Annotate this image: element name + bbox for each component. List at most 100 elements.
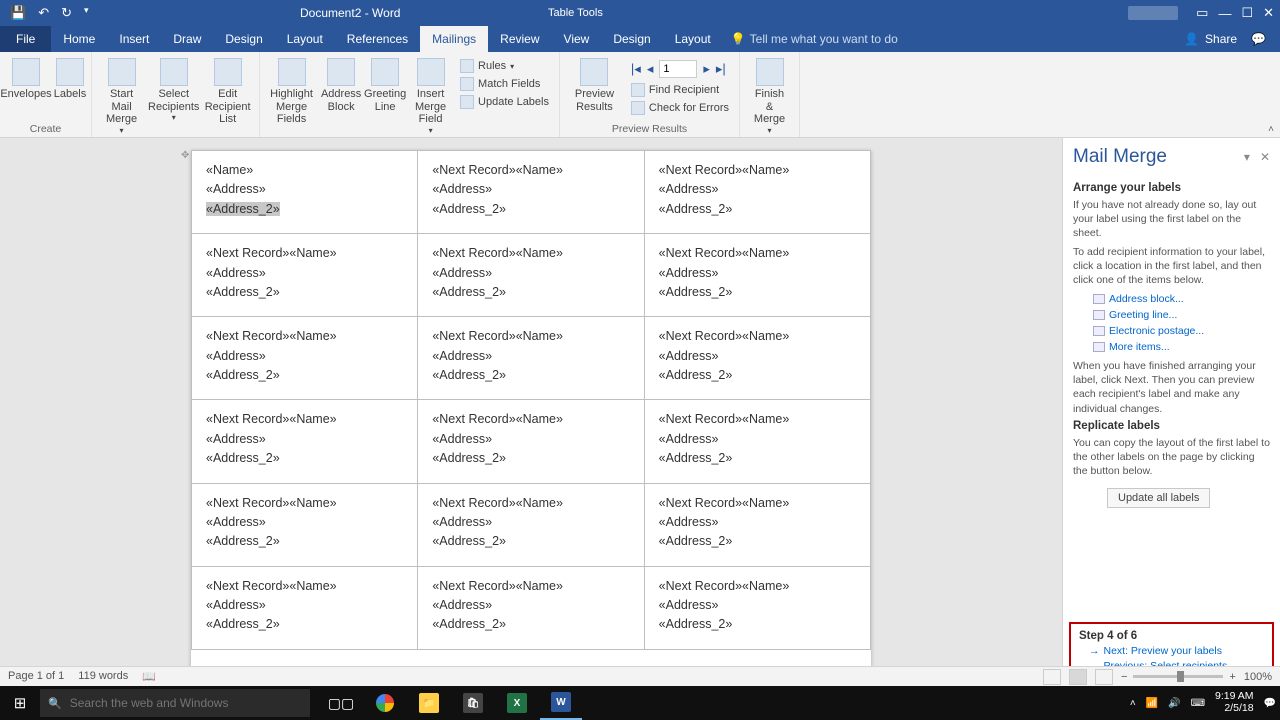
link-electronic-postage[interactable]: Electronic postage... [1093, 323, 1270, 339]
print-layout-icon[interactable] [1069, 669, 1087, 685]
redo-icon[interactable]: ↻ [61, 5, 72, 21]
tab-table-layout[interactable]: Layout [663, 26, 723, 52]
tray-up-icon[interactable]: ˄ [1130, 698, 1136, 709]
pane-options-icon[interactable]: ▾ [1244, 150, 1250, 164]
tab-references[interactable]: References [335, 26, 420, 52]
tab-layout[interactable]: Layout [275, 26, 335, 52]
select-recipients-button[interactable]: Select Recipients▾ [149, 56, 198, 124]
save-icon[interactable]: 💾 [10, 5, 26, 21]
greeting-line-button[interactable]: Greeting Line [365, 56, 405, 115]
label-cell[interactable]: «Next Record»«Name»«Address»«Address_2» [418, 566, 644, 649]
last-record-icon[interactable]: ▸| [716, 61, 726, 77]
label-cell[interactable]: «Next Record»«Name»«Address»«Address_2» [644, 234, 870, 317]
label-cell[interactable]: «Next Record»«Name»«Address»«Address_2» [192, 400, 418, 483]
label-cell[interactable]: «Next Record»«Name»«Address»«Address_2» [644, 566, 870, 649]
start-mail-merge-button[interactable]: Start Mail Merge▾ [98, 56, 145, 137]
zoom-in-icon[interactable]: + [1229, 671, 1235, 683]
link-greeting-line[interactable]: Greeting line... [1093, 307, 1270, 323]
tab-insert[interactable]: Insert [107, 26, 161, 52]
document-area[interactable]: ✥ «Name»«Address»«Address_2»«Next Record… [0, 138, 1062, 686]
tab-design[interactable]: Design [213, 26, 274, 52]
taskbar-search[interactable]: 🔍 [40, 689, 310, 717]
maximize-icon[interactable]: ☐ [1241, 5, 1253, 21]
label-cell[interactable]: «Next Record»«Name»«Address»«Address_2» [192, 483, 418, 566]
close-icon[interactable]: ✕ [1263, 5, 1274, 21]
link-more-items[interactable]: More items... [1093, 339, 1270, 355]
label-cell[interactable]: «Next Record»«Name»«Address»«Address_2» [644, 483, 870, 566]
tab-review[interactable]: Review [488, 26, 551, 52]
labels-button[interactable]: Labels [50, 56, 90, 103]
read-mode-icon[interactable] [1043, 669, 1061, 685]
match-fields-button[interactable]: Match Fields [456, 76, 553, 92]
web-layout-icon[interactable] [1095, 669, 1113, 685]
highlight-fields-button[interactable]: Highlight Merge Fields [266, 56, 317, 128]
rules-button[interactable]: Rules ▾ [456, 58, 553, 74]
zoom-slider[interactable]: − + [1121, 671, 1236, 683]
label-cell[interactable]: «Next Record»«Name»«Address»«Address_2» [192, 317, 418, 400]
spell-check-icon[interactable]: 📖 [142, 670, 156, 683]
tab-home[interactable]: Home [51, 26, 107, 52]
next-step-link[interactable]: →Next: Preview your labels [1079, 642, 1264, 657]
taskbar-excel[interactable]: X [496, 686, 538, 720]
minimize-icon[interactable]: — [1218, 6, 1231, 21]
update-all-labels-button[interactable]: Update all labels [1107, 488, 1210, 508]
taskbar-store[interactable]: 🛍 [452, 686, 494, 720]
taskbar-search-input[interactable] [70, 696, 302, 710]
insert-merge-field-button[interactable]: Insert Merge Field▾ [409, 56, 452, 137]
ribbon-options-icon[interactable]: ▭ [1196, 5, 1208, 21]
tab-view[interactable]: View [552, 26, 602, 52]
page-indicator[interactable]: Page 1 of 1 [8, 670, 64, 683]
label-cell[interactable]: «Name»«Address»«Address_2» [192, 151, 418, 234]
label-cell[interactable]: «Next Record»«Name»«Address»«Address_2» [418, 234, 644, 317]
label-cell[interactable]: «Next Record»«Name»«Address»«Address_2» [418, 317, 644, 400]
next-record-icon[interactable]: ▸ [703, 61, 710, 77]
zoom-out-icon[interactable]: − [1121, 671, 1127, 683]
address-block-button[interactable]: Address Block [321, 56, 361, 115]
table-move-handle-icon[interactable]: ✥ [181, 150, 189, 161]
prev-record-icon[interactable]: ◂ [647, 61, 654, 77]
preview-results-button[interactable]: Preview Results [566, 56, 623, 115]
collapse-ribbon-icon[interactable]: ˄ [1268, 124, 1274, 135]
tab-mailings[interactable]: Mailings [420, 26, 488, 52]
tell-me[interactable]: 💡Tell me what you want to do [731, 26, 898, 52]
comments-icon[interactable]: 💬 [1251, 32, 1266, 46]
status-bar: Page 1 of 1 119 words 📖 − + 100% [0, 666, 1280, 686]
taskbar-chrome[interactable] [364, 686, 406, 720]
task-view-icon[interactable]: ▢▢ [320, 686, 362, 720]
notifications-icon[interactable]: 💬 [1264, 698, 1276, 709]
taskbar-folder[interactable]: 📁 [408, 686, 450, 720]
zoom-level[interactable]: 100% [1244, 671, 1272, 683]
finish-merge-button[interactable]: Finish & Merge▾ [746, 56, 793, 137]
find-recipient-button[interactable]: Find Recipient [627, 82, 733, 98]
link-address-block[interactable]: Address block... [1093, 291, 1270, 307]
edit-recipient-list-button[interactable]: Edit Recipient List [202, 56, 253, 128]
first-record-icon[interactable]: |◂ [631, 61, 641, 77]
tray-network-icon[interactable]: 📶 [1146, 698, 1158, 709]
record-number-input[interactable] [659, 60, 697, 78]
tray-input-icon[interactable]: ⌨ [1191, 698, 1205, 709]
share-button[interactable]: 👤 Share 💬 [1170, 26, 1280, 52]
start-button[interactable]: ⊞ [0, 694, 40, 712]
word-count[interactable]: 119 words [78, 670, 128, 683]
label-cell[interactable]: «Next Record»«Name»«Address»«Address_2» [644, 317, 870, 400]
tab-table-design[interactable]: Design [601, 26, 662, 52]
label-cell[interactable]: «Next Record»«Name»«Address»«Address_2» [644, 151, 870, 234]
tab-draw[interactable]: Draw [161, 26, 213, 52]
tray-volume-icon[interactable]: 🔊 [1168, 698, 1180, 709]
clock[interactable]: 9:19 AM2/5/18 [1215, 691, 1254, 714]
update-labels-button[interactable]: Update Labels [456, 94, 553, 110]
qat-dropdown-icon[interactable]: ▾ [84, 5, 89, 21]
label-cell[interactable]: «Next Record»«Name»«Address»«Address_2» [418, 151, 644, 234]
label-cell[interactable]: «Next Record»«Name»«Address»«Address_2» [418, 483, 644, 566]
pane-close-icon[interactable]: ✕ [1260, 150, 1270, 164]
envelopes-button[interactable]: Envelopes [6, 56, 46, 103]
tab-file[interactable]: File [0, 26, 51, 52]
undo-icon[interactable]: ↶ [38, 5, 49, 21]
user-account[interactable] [1128, 6, 1178, 20]
label-cell[interactable]: «Next Record»«Name»«Address»«Address_2» [192, 566, 418, 649]
label-cell[interactable]: «Next Record»«Name»«Address»«Address_2» [644, 400, 870, 483]
taskbar-word[interactable]: W [540, 686, 582, 720]
label-cell[interactable]: «Next Record»«Name»«Address»«Address_2» [192, 234, 418, 317]
check-errors-button[interactable]: Check for Errors [627, 100, 733, 116]
label-cell[interactable]: «Next Record»«Name»«Address»«Address_2» [418, 400, 644, 483]
